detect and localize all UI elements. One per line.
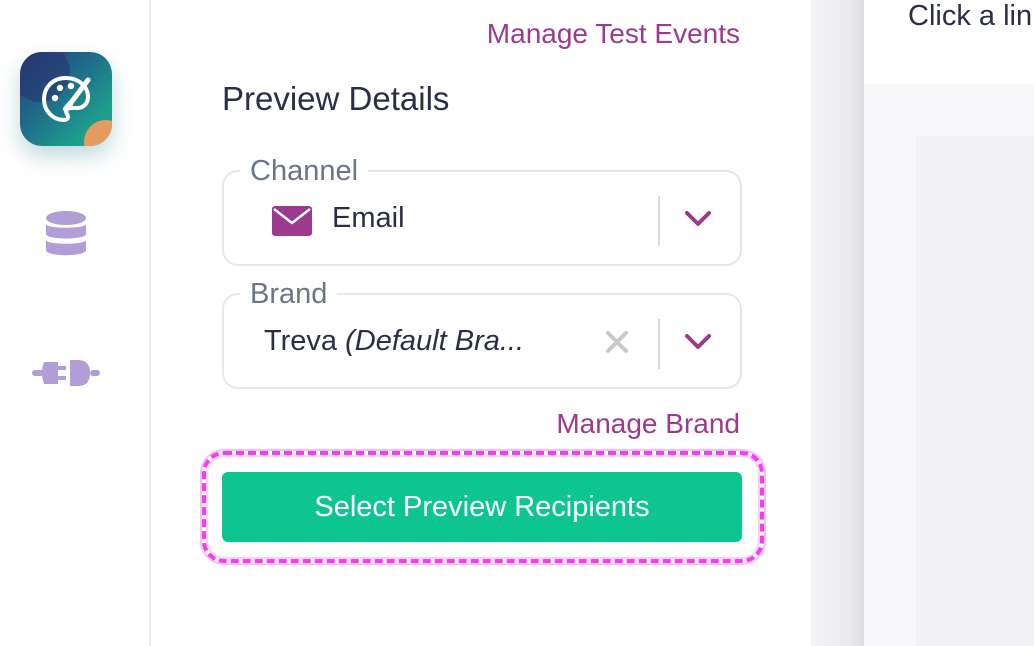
channel-select[interactable]: Channel Email bbox=[222, 154, 742, 266]
manage-brand-link[interactable]: Manage Brand bbox=[556, 408, 740, 440]
section-title: Preview Details bbox=[222, 80, 450, 117]
preview-hint-text: Click a lin bbox=[908, 0, 1033, 32]
brand-label: Brand bbox=[240, 277, 338, 311]
select-divider bbox=[658, 319, 660, 369]
sidebar-item-designer[interactable] bbox=[20, 52, 112, 146]
chevron-down-icon[interactable] bbox=[684, 210, 712, 228]
chevron-down-icon[interactable] bbox=[684, 333, 712, 351]
preview-panel: Manage Test Events Preview Details Chann… bbox=[152, 0, 811, 646]
pane-resizer[interactable] bbox=[811, 0, 864, 646]
clear-icon[interactable] bbox=[604, 329, 630, 355]
select-divider bbox=[658, 196, 660, 246]
brand-value-suffix: (Default Bra... bbox=[345, 325, 525, 357]
plug-icon[interactable] bbox=[32, 356, 100, 390]
channel-label: Channel bbox=[240, 154, 369, 188]
select-preview-recipients-button[interactable]: Select Preview Recipients bbox=[222, 472, 742, 542]
database-icon[interactable] bbox=[44, 210, 88, 260]
brand-value: Treva (Default Bra... bbox=[264, 325, 524, 358]
preview-pane: Click a lin bbox=[864, 0, 1034, 646]
manage-test-events-link[interactable]: Manage Test Events bbox=[487, 18, 740, 50]
preview-frame bbox=[916, 136, 1034, 646]
sidebar bbox=[0, 0, 151, 646]
palette-icon bbox=[42, 76, 91, 122]
brand-value-name: Treva bbox=[264, 325, 338, 357]
brand-select[interactable]: Brand Treva (Default Bra... bbox=[222, 277, 742, 389]
channel-value: Email bbox=[332, 202, 405, 234]
envelope-icon bbox=[272, 206, 312, 236]
